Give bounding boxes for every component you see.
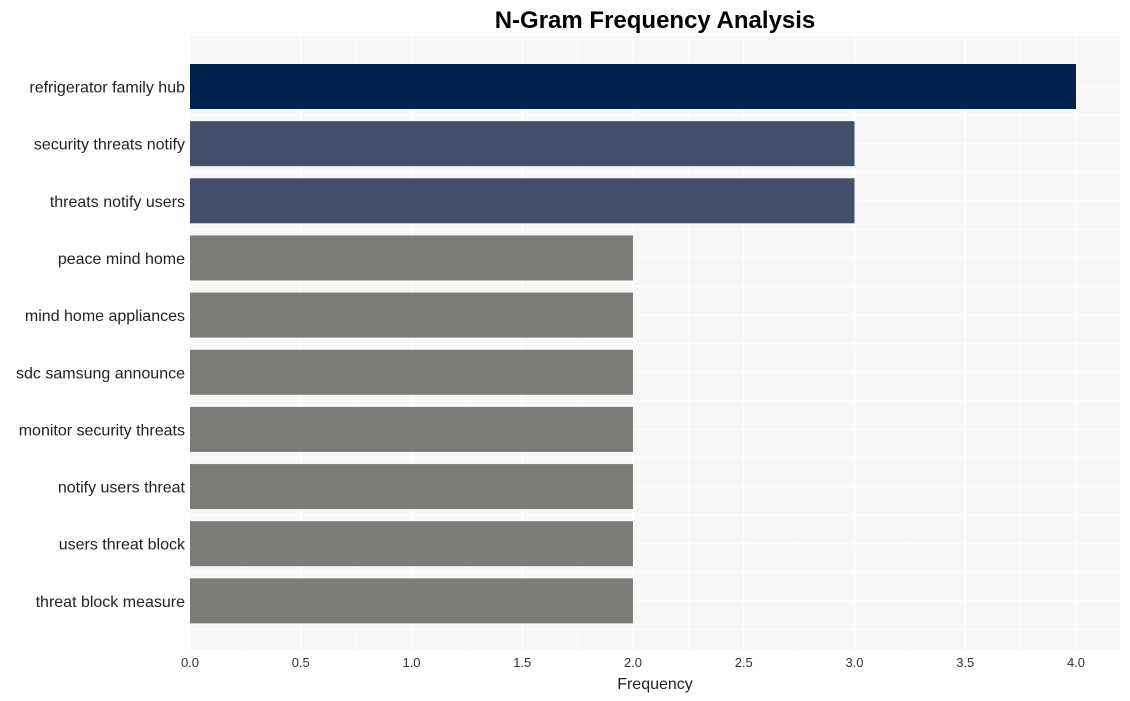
y-tick-label: users threat block	[59, 537, 186, 554]
y-tick-label: refrigerator family hub	[29, 80, 185, 97]
bar-sdc-samsung-announce	[190, 349, 633, 395]
bar-monitor-security-threats	[190, 406, 633, 452]
chart-title: N-Gram Frequency Analysis	[495, 7, 816, 34]
y-tick-label: threat block measure	[36, 594, 186, 611]
y-tick-label: peace mind home	[58, 251, 185, 268]
bar-threats-notify-users	[190, 178, 855, 224]
y-tick-labels: refrigerator family hub security threats …	[16, 80, 186, 611]
bar-threat-block-measure	[190, 578, 633, 624]
y-tick-label: mind home appliances	[25, 308, 185, 325]
x-tick-labels: 0.0 0.5 1.0 1.5 2.0 2.5 3.0 3.5 4.0	[181, 655, 1085, 670]
y-tick-label: sdc samsung announce	[16, 365, 185, 382]
bar-mind-home-appliances	[190, 292, 633, 338]
x-tick-label: 4.0	[1067, 655, 1085, 670]
x-tick-label: 1.5	[513, 655, 531, 670]
x-tick-label: 2.5	[735, 655, 753, 670]
x-axis-label: Frequency	[617, 676, 693, 693]
x-tick-label: 0.0	[181, 655, 199, 670]
y-tick-label: notify users threat	[58, 480, 186, 497]
x-tick-label: 3.5	[956, 655, 974, 670]
y-tick-label: monitor security threats	[19, 422, 185, 439]
bar-users-threat-block	[190, 521, 633, 567]
y-tick-label: security threats notify	[34, 137, 185, 154]
y-tick-label: threats notify users	[50, 194, 185, 211]
x-tick-label: 0.5	[292, 655, 310, 670]
ngram-chart: N-Gram Frequency Analysis refrigerator f…	[16, 7, 1120, 693]
bar-security-threats-notify	[190, 121, 855, 167]
x-tick-label: 3.0	[845, 655, 863, 670]
bar-notify-users-threat	[190, 464, 633, 510]
x-tick-label: 1.0	[402, 655, 420, 670]
bar-peace-mind-home	[190, 235, 633, 281]
bar-refrigerator-family-hub	[190, 64, 1076, 109]
x-tick-label: 2.0	[624, 655, 642, 670]
